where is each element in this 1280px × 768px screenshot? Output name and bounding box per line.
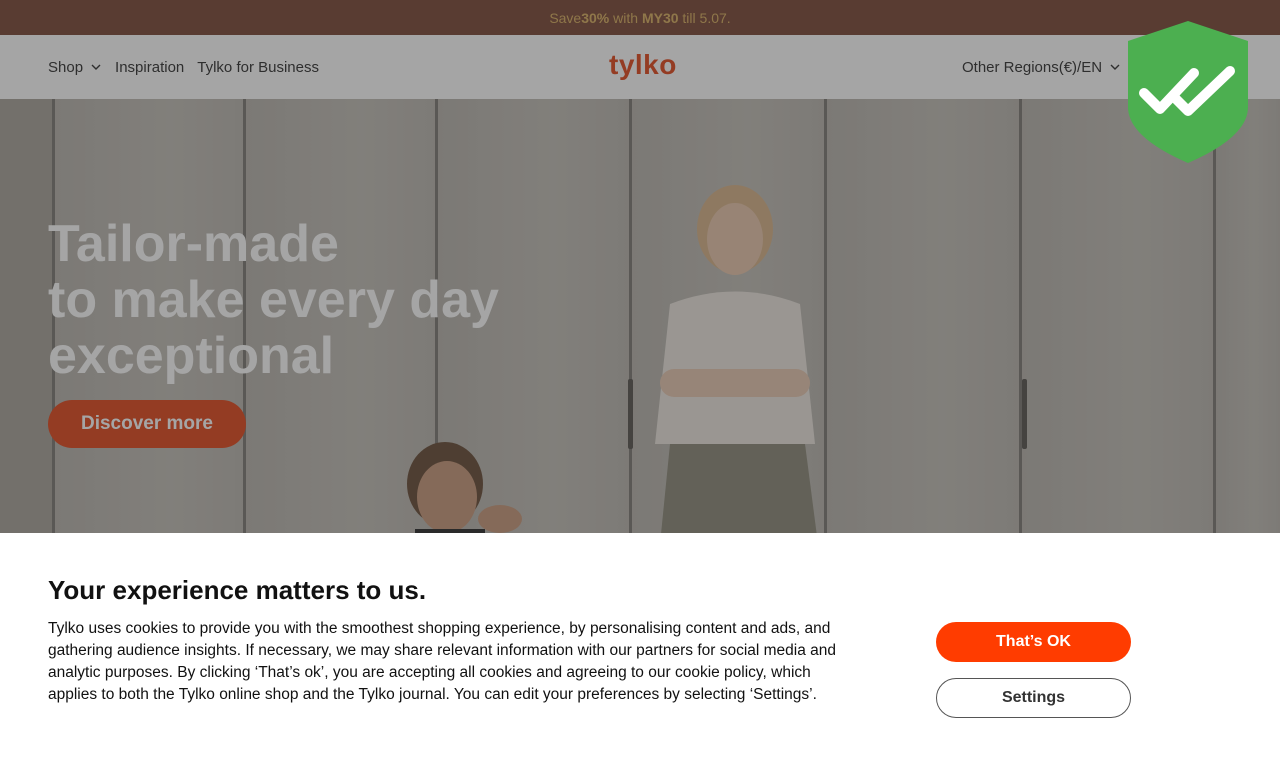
main-nav: Shop Inspiration Tylko for Business (48, 35, 332, 99)
accept-cookies-button[interactable]: That’s OK (936, 622, 1131, 662)
site-header: Shop Inspiration Tylko for Business tylk… (0, 35, 1280, 99)
nav-shop-label: Shop (48, 58, 84, 76)
cookie-consent-panel: Your experience matters to us. Tylko use… (0, 533, 1280, 768)
region-label: Other Regions(€)/EN (962, 58, 1103, 76)
cookie-settings-button[interactable]: Settings (936, 678, 1131, 718)
discover-more-button[interactable]: Discover more (48, 400, 246, 448)
hero-title-line: exceptional (48, 327, 335, 385)
cookie-title: Your experience matters to us. (48, 575, 427, 605)
promo-suffix: till 5.07. (678, 9, 731, 26)
promo-prefix: Save (549, 9, 582, 26)
nav-business-label: Tylko for Business (197, 58, 319, 76)
man-photo (407, 442, 522, 533)
promo-middle: with (609, 9, 642, 26)
hero-title-line: to make every day (48, 271, 499, 329)
nav-shop[interactable]: Shop (48, 59, 102, 76)
promo-bar: Save 30% with MY30 till 5.07. (0, 0, 1280, 35)
chevron-down-icon (1110, 64, 1120, 70)
wardrobe-door (824, 99, 1020, 533)
woman-photo (655, 185, 817, 533)
region-selector[interactable]: Other Regions(€)/EN (962, 35, 1121, 99)
nav-business[interactable]: Tylko for Business (197, 59, 319, 76)
hero-title-line: Tailor-made (48, 215, 339, 273)
nav-inspiration[interactable]: Inspiration (115, 59, 184, 76)
shield-check-icon[interactable] (1126, 19, 1250, 165)
door-handle (628, 379, 633, 449)
promo-discount: 30% (581, 9, 610, 26)
tylko-logo[interactable]: tylko (609, 49, 677, 81)
door-handle (1022, 379, 1027, 449)
chevron-down-icon (91, 64, 101, 70)
promo-code: MY30 (641, 9, 679, 26)
cookie-description: Tylko uses cookies to provide you with t… (48, 620, 837, 703)
hero-section: Tailor-made to make every day exceptiona… (0, 99, 1280, 533)
nav-inspiration-label: Inspiration (115, 58, 185, 76)
hero-title: Tailor-made to make every day exceptiona… (48, 216, 499, 384)
